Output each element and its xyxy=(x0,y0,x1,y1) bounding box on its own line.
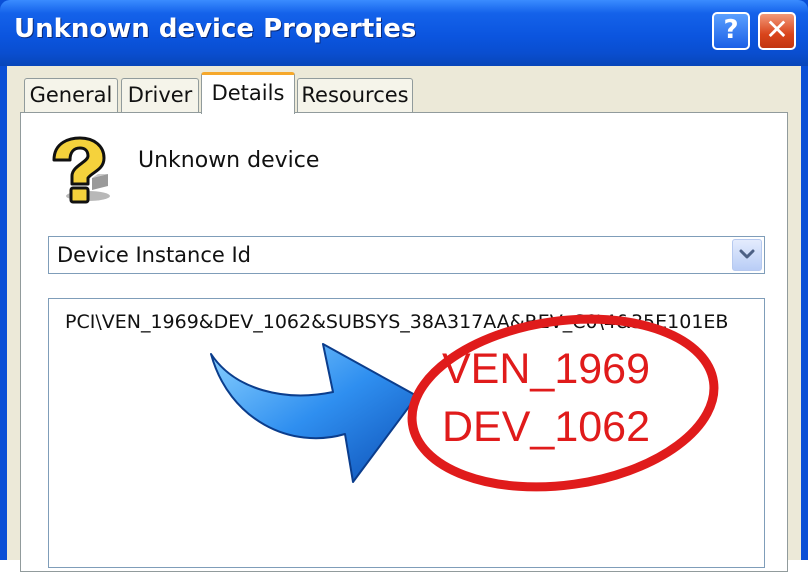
close-button[interactable]: ✕ xyxy=(758,12,796,50)
unknown-device-question-icon xyxy=(52,136,110,204)
vendor-id-callout: VEN_1969 xyxy=(442,345,650,393)
device-name: Unknown device xyxy=(138,148,320,173)
property-select[interactable]: Device Instance Id xyxy=(48,236,765,274)
chevron-down-icon xyxy=(739,249,755,259)
blue-arrow-graphic xyxy=(210,343,418,483)
help-button[interactable]: ? xyxy=(712,12,750,50)
tab-driver[interactable]: Driver xyxy=(121,78,199,112)
property-select-value: Device Instance Id xyxy=(57,243,252,267)
window-title: Unknown device Properties xyxy=(14,14,417,44)
tab-details[interactable]: Details xyxy=(201,72,295,114)
tab-general[interactable]: General xyxy=(24,78,118,112)
title-bar[interactable]: Unknown device Properties ? ✕ xyxy=(0,0,808,66)
tab-resources[interactable]: Resources xyxy=(297,78,413,112)
properties-window: Unknown device Properties ? ✕ General Dr… xyxy=(0,0,808,572)
dropdown-button[interactable] xyxy=(732,239,762,271)
red-circle-annotation xyxy=(407,314,719,492)
device-id-callout: DEV_1062 xyxy=(442,403,650,451)
